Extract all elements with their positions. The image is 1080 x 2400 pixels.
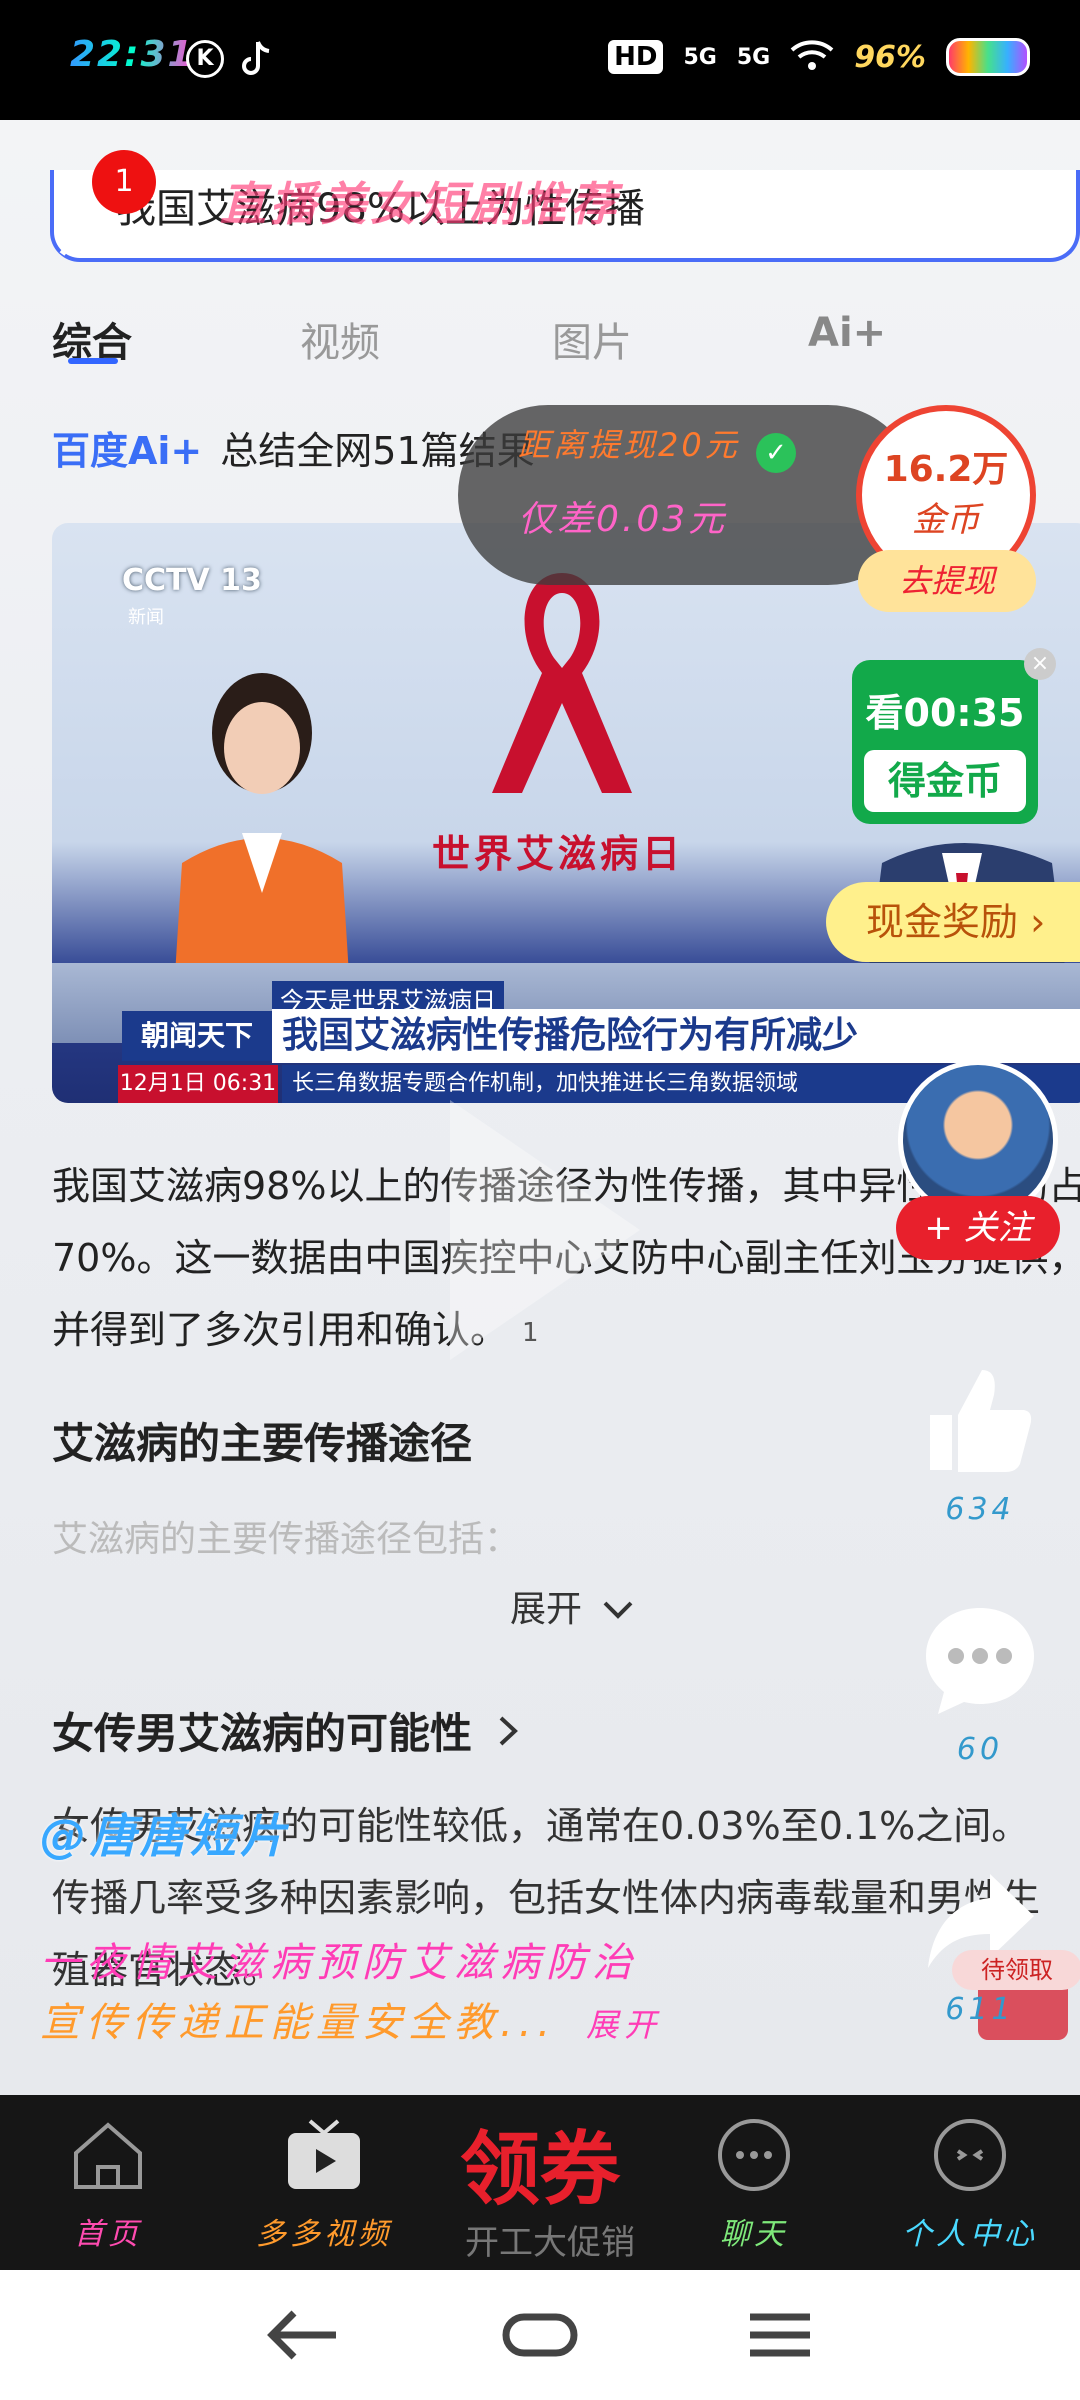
status-bar: 22:31 K HD 5G 5G 96% [0, 0, 1080, 120]
caption-line-2-text: 宣传传递正能量安全教... [40, 2000, 557, 2046]
nav-chat-label: 聊天 [720, 2217, 788, 2252]
status-indicators: HD 5G 5G 96% [608, 38, 1030, 76]
ticker-brand: 朝闻天下 [122, 1011, 272, 1061]
heading-2-text: 女传男艾滋病的可能性 [52, 1709, 473, 1758]
back-icon[interactable] [262, 2305, 342, 2365]
tv-play-icon [288, 2119, 360, 2189]
nav-home-label: 首页 [74, 2217, 142, 2252]
nav-profile-label: 个人中心 [902, 2217, 1038, 2252]
active-tab-indicator [68, 358, 118, 364]
cash-reward-button[interactable]: 现金奖励 › [826, 882, 1080, 962]
withdraw-target-text: 距离提现20元 [518, 426, 740, 464]
caption-line-2: 宣传传递正能量安全教... 展开 [40, 1990, 662, 2048]
home-icon [74, 2122, 142, 2189]
earn-coins-label: 得金币 [864, 750, 1026, 812]
like-action[interactable]: 634 [900, 1360, 1060, 1527]
share-count: 611 [945, 1992, 1015, 2027]
camera-icon[interactable] [952, 172, 1032, 242]
withdraw-remaining-text: 仅差0.03元 [518, 499, 728, 540]
red-ribbon-icon [492, 573, 632, 793]
search-tabs: 综合 视频 图片 Ai+ [0, 290, 1080, 380]
heading-female-to-male[interactable]: 女传男艾滋病的可能性 [52, 1700, 521, 1761]
comment-count: 60 [956, 1732, 1004, 1767]
coin-unit: 金币 [912, 500, 980, 540]
play-icon[interactable] [420, 1080, 660, 1380]
status-time: 22:31 [70, 34, 195, 75]
notification-badge: 1 [92, 150, 156, 214]
ticker-headline: 我国艾滋病性传播危险行为有所减少 [272, 1009, 1080, 1063]
check-icon: ✓ [756, 433, 796, 473]
nav-coupon[interactable]: 领券 [440, 2105, 640, 2221]
chat-icon [718, 2119, 790, 2191]
battery-percent: 96% [854, 39, 926, 75]
world-aids-day-text: 世界艾滋病日 [432, 832, 685, 876]
chevron-down-icon [604, 1601, 633, 1619]
comment-icon [926, 1608, 1034, 1714]
comment-action[interactable]: 60 [900, 1600, 1060, 1767]
close-icon[interactable]: × [1024, 648, 1056, 680]
follow-button[interactable]: + 关注 [896, 1196, 1060, 1260]
nav-video-label: 多多视频 [256, 2217, 392, 2252]
tab-images[interactable]: 图片 [552, 310, 632, 368]
k-app-icon: K [186, 40, 224, 78]
ticker-date: 12月1日 06:31 [118, 1065, 278, 1103]
chevron-right-icon [499, 1716, 518, 1746]
menu-icon[interactable] [740, 2305, 820, 2365]
baidu-ai-logo: 百度Ai+ [52, 429, 203, 473]
watch-timer: 看00:35 [865, 691, 1025, 735]
video-overlay-title: 直播美女短剧推荐 [220, 177, 620, 231]
creator-name[interactable]: @唐唐短片 [40, 1800, 290, 1866]
expand-label: 展开 [510, 1589, 583, 1630]
search-icon[interactable] [830, 174, 894, 238]
pending-reward-label[interactable]: 待领取 [952, 1950, 1080, 1990]
wifi-icon [790, 38, 834, 76]
video-player[interactable]: 我国艾滋病98%以上为性传播 直播美女短剧推荐 1 综合 视频 图片 Ai+ 百… [0, 120, 1080, 2265]
coin-value: 16.2万 [883, 449, 1009, 490]
share-action[interactable]: 611 [900, 1860, 1060, 2027]
cctv-sub: 新闻 [128, 607, 164, 628]
caption-expand[interactable]: 展开 [586, 2006, 662, 2044]
profile-face-icon [934, 2119, 1006, 2191]
thumbs-up-icon [930, 1370, 1032, 1472]
expand-button[interactable]: 展开 [510, 1580, 635, 1632]
like-count: 634 [945, 1492, 1015, 1527]
faded-text: 艾滋病的主要传播途径包括： [52, 1519, 521, 1560]
nav-chat[interactable]: 聊天 [664, 2115, 844, 2253]
home-button-icon[interactable] [500, 2305, 580, 2365]
hd-icon: HD [608, 40, 664, 74]
tab-video[interactable]: 视频 [300, 310, 380, 368]
nav-profile[interactable]: 个人中心 [880, 2115, 1060, 2253]
caption-line-1: 一夜情艾滋病预防艾滋病防治 [40, 1940, 638, 1986]
cctv-logo: CCTV 13 [122, 563, 262, 598]
signal-icon-2: 5G [736, 44, 771, 70]
signal-icon: 5G [683, 44, 717, 70]
tiktok-icon [242, 40, 272, 78]
heading-transmission-routes: 艾滋病的主要传播途径 [52, 1419, 473, 1468]
nav-home[interactable]: 首页 [18, 2115, 198, 2253]
battery-icon [946, 38, 1030, 76]
tab-ai[interactable]: Ai+ [808, 310, 886, 356]
withdraw-button[interactable]: 去提现 [858, 550, 1036, 612]
nav-video[interactable]: 多多视频 [234, 2115, 414, 2253]
nav-coupon-sub[interactable]: 开工大促销 [430, 2215, 670, 2264]
